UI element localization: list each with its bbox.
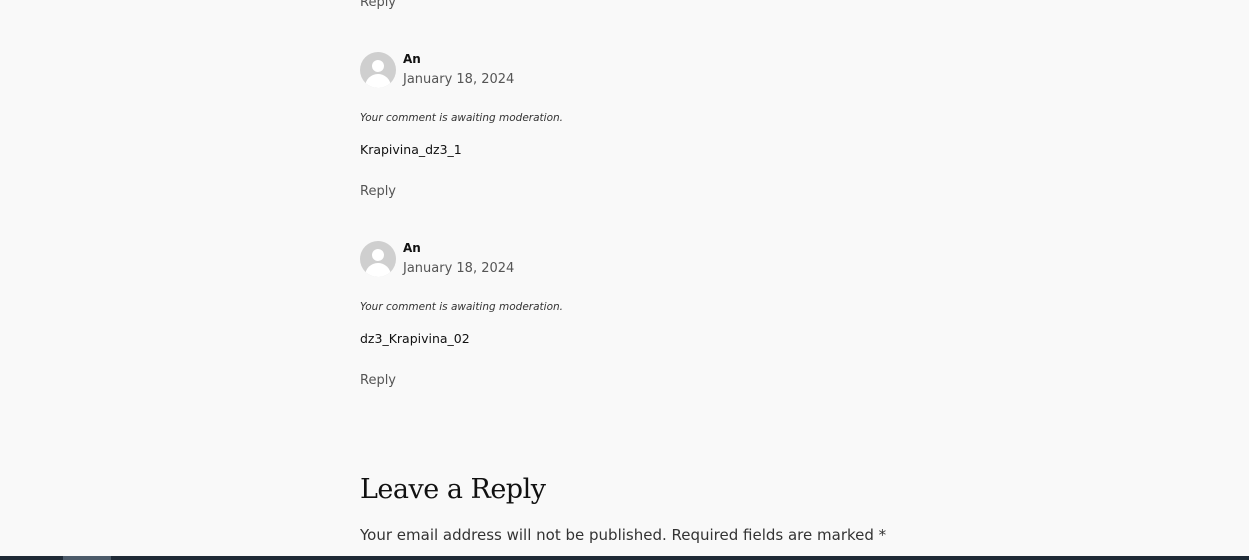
- moderation-notice: Your comment is awaiting moderation.: [360, 301, 563, 313]
- leave-reply-heading: Leave a Reply: [360, 474, 546, 505]
- comment-text: dz3_Krapivina_02: [360, 331, 470, 346]
- comment-meta: An January 18, 2024: [360, 52, 920, 88]
- comments-page: Reply An January 18, 2024 Your comment i…: [0, 0, 1249, 560]
- reply-link[interactable]: Reply: [360, 373, 396, 388]
- comment-author-block: An January 18, 2024: [403, 241, 514, 275]
- comment-author-block: An January 18, 2024: [403, 52, 514, 86]
- comment-item: An January 18, 2024 Your comment is awai…: [360, 52, 920, 199]
- comment-date-link[interactable]: January 18, 2024: [403, 73, 514, 86]
- comment-notes: Your email address will not be published…: [360, 526, 887, 544]
- bottom-bar: [0, 556, 1249, 560]
- comment-meta: An January 18, 2024: [360, 241, 920, 277]
- comment-author: An: [403, 52, 421, 66]
- comment-date-link[interactable]: January 18, 2024: [403, 262, 514, 275]
- bottom-bar-accent: [63, 556, 111, 560]
- moderation-notice: Your comment is awaiting moderation.: [360, 112, 563, 124]
- avatar-placeholder-icon: [360, 52, 396, 88]
- reply-link[interactable]: Reply: [360, 0, 396, 10]
- reply-link[interactable]: Reply: [360, 184, 396, 199]
- comment-author: An: [403, 241, 421, 255]
- comment-item: An January 18, 2024 Your comment is awai…: [360, 241, 920, 388]
- comment-text: Krapivina_dz3_1: [360, 142, 462, 157]
- avatar-placeholder-icon: [360, 241, 396, 277]
